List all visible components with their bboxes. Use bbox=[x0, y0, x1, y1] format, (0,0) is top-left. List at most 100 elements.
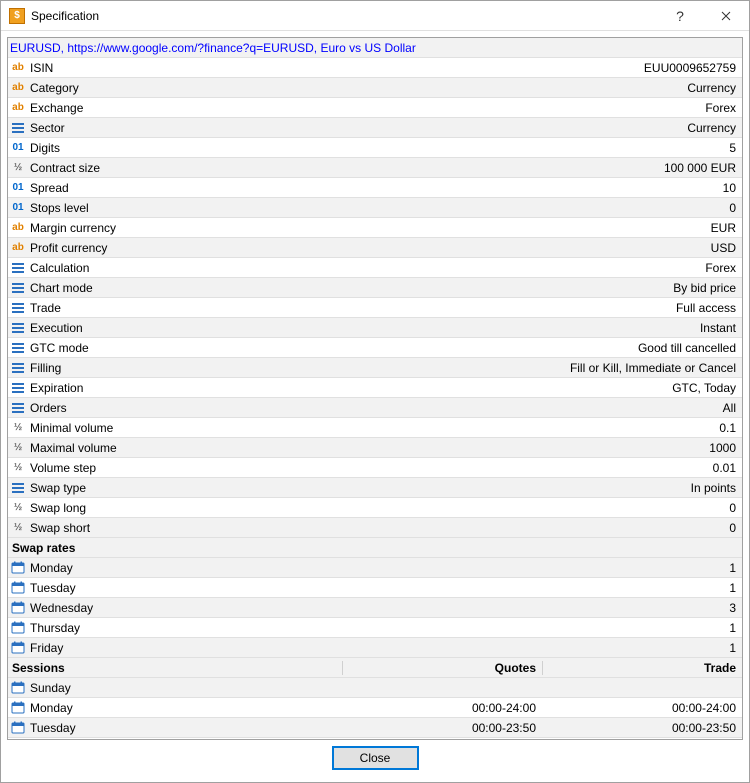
property-value: 5 bbox=[60, 141, 742, 155]
properties-list[interactable]: EURUSD, https://www.google.com/?finance?… bbox=[7, 37, 743, 740]
help-button[interactable]: ? bbox=[657, 1, 703, 31]
property-row: abISINEUU0009652759 bbox=[8, 58, 742, 78]
property-row: abCategoryCurrency bbox=[8, 78, 742, 98]
session-day-label: Monday bbox=[30, 701, 73, 715]
swap-day-value: 1 bbox=[76, 581, 742, 595]
swap-day-row: Wednesday3 bbox=[8, 598, 742, 618]
titlebar: $ Specification ? bbox=[1, 1, 749, 31]
instrument-text: EURUSD, https://www.google.com/?finance?… bbox=[8, 41, 742, 55]
property-row: CalculationForex bbox=[8, 258, 742, 278]
trade-column-header: Trade bbox=[542, 661, 742, 675]
list-icon bbox=[10, 260, 26, 276]
property-label: Spread bbox=[30, 181, 69, 195]
session-quotes: 00:00-24:00 bbox=[342, 701, 542, 715]
list-icon bbox=[10, 400, 26, 416]
list-icon bbox=[10, 340, 26, 356]
property-value: 0 bbox=[89, 201, 742, 215]
property-label: Minimal volume bbox=[30, 421, 113, 435]
calendar-icon bbox=[10, 640, 26, 656]
property-value: By bid price bbox=[93, 281, 742, 295]
fraction-icon: ½ bbox=[10, 160, 26, 176]
property-row: ab Margin currencyEUR bbox=[8, 218, 742, 238]
property-value: Good till cancelled bbox=[89, 341, 742, 355]
property-label: Swap short bbox=[30, 521, 90, 535]
property-row: ExpirationGTC, Today bbox=[8, 378, 742, 398]
property-value: 0.01 bbox=[96, 461, 742, 475]
property-row: Swap typeIn points bbox=[8, 478, 742, 498]
session-row: Sunday bbox=[8, 678, 742, 698]
property-label: Calculation bbox=[30, 261, 89, 275]
property-label: Contract size bbox=[30, 161, 100, 175]
property-value: Currency bbox=[79, 81, 742, 95]
property-label: Expiration bbox=[30, 381, 83, 395]
property-value: All bbox=[67, 401, 742, 415]
property-row: abProfit currencyUSD bbox=[8, 238, 742, 258]
text-icon: ab bbox=[10, 100, 26, 116]
property-row: OrdersAll bbox=[8, 398, 742, 418]
property-row: FillingFill or Kill, Immediate or Cancel bbox=[8, 358, 742, 378]
sessions-label: Sessions bbox=[8, 661, 342, 675]
session-day-cell: Tuesday bbox=[8, 720, 342, 736]
text-icon: ab bbox=[10, 220, 26, 236]
list-icon bbox=[10, 360, 26, 376]
property-label: GTC mode bbox=[30, 341, 89, 355]
app-icon: $ bbox=[9, 8, 25, 24]
property-value: EUR bbox=[116, 221, 742, 235]
integer-icon: 01 bbox=[10, 200, 26, 216]
text-icon: ab bbox=[10, 80, 26, 96]
calendar-icon bbox=[10, 620, 26, 636]
calendar-icon bbox=[10, 560, 26, 576]
property-row: ½ Minimal volume0.1 bbox=[8, 418, 742, 438]
calendar-icon bbox=[10, 580, 26, 596]
close-button[interactable]: Close bbox=[333, 747, 418, 769]
property-value: Fill or Kill, Immediate or Cancel bbox=[61, 361, 742, 375]
property-label: Margin currency bbox=[30, 221, 116, 235]
property-row: ½ Swap long0 bbox=[8, 498, 742, 518]
fraction-icon: ½ bbox=[10, 440, 26, 456]
property-row: TradeFull access bbox=[8, 298, 742, 318]
property-label: Profit currency bbox=[30, 241, 107, 255]
fraction-icon: ½ bbox=[10, 500, 26, 516]
property-label: Sector bbox=[30, 121, 65, 135]
fraction-icon: ½ bbox=[10, 420, 26, 436]
list-icon bbox=[10, 280, 26, 296]
property-label: Swap type bbox=[30, 481, 86, 495]
property-row: GTC modeGood till cancelled bbox=[8, 338, 742, 358]
session-day-label: Sunday bbox=[30, 681, 71, 695]
property-label: Chart mode bbox=[30, 281, 93, 295]
button-bar: Close bbox=[7, 740, 743, 776]
calendar-icon bbox=[10, 680, 26, 696]
window-title: Specification bbox=[31, 9, 657, 23]
property-value: Forex bbox=[89, 261, 742, 275]
swap-day-label: Friday bbox=[30, 641, 63, 655]
property-row: ½ Contract size100 000 EUR bbox=[8, 158, 742, 178]
property-value: 0 bbox=[86, 501, 742, 515]
property-label: Volume step bbox=[30, 461, 96, 475]
instrument-row[interactable]: EURUSD, https://www.google.com/?finance?… bbox=[8, 38, 742, 58]
property-label: Maximal volume bbox=[30, 441, 117, 455]
swap-rates-header: Swap rates bbox=[8, 538, 742, 558]
text-icon: ab bbox=[10, 60, 26, 76]
close-window-button[interactable] bbox=[703, 1, 749, 31]
property-value: 0.1 bbox=[113, 421, 742, 435]
property-label: Execution bbox=[30, 321, 83, 335]
property-value: 0 bbox=[90, 521, 742, 535]
integer-icon: 01 bbox=[10, 180, 26, 196]
property-label: Digits bbox=[30, 141, 60, 155]
property-row: ½Maximal volume1000 bbox=[8, 438, 742, 458]
property-row: 01Stops level0 bbox=[8, 198, 742, 218]
property-value: 100 000 EUR bbox=[100, 161, 742, 175]
swap-day-row: Tuesday1 bbox=[8, 578, 742, 598]
property-label: Swap long bbox=[30, 501, 86, 515]
property-row: 01Spread10 bbox=[8, 178, 742, 198]
session-quotes: 00:00-23:50 bbox=[342, 721, 542, 735]
property-value: In points bbox=[86, 481, 742, 495]
swap-day-value: 1 bbox=[80, 621, 742, 635]
session-day-cell: Sunday bbox=[8, 680, 342, 696]
property-row: 01Digits5 bbox=[8, 138, 742, 158]
property-label: Trade bbox=[30, 301, 61, 315]
calendar-icon bbox=[10, 700, 26, 716]
swap-day-label: Thursday bbox=[30, 621, 80, 635]
list-icon bbox=[10, 120, 26, 136]
swap-day-label: Monday bbox=[30, 561, 73, 575]
